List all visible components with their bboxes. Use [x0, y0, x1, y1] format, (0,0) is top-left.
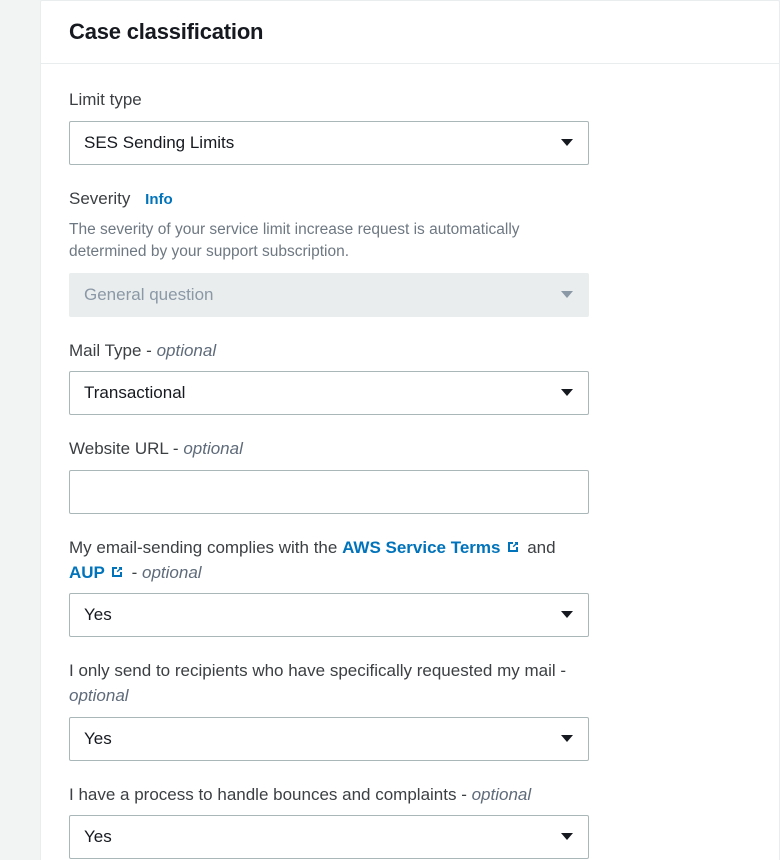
limit-type-value: SES Sending Limits [84, 133, 234, 153]
optional-marker: optional [69, 686, 129, 705]
field-limit-type: Limit type SES Sending Limits [69, 88, 589, 165]
field-mail-type: Mail Type - optional Transactional [69, 339, 589, 416]
limit-type-select[interactable]: SES Sending Limits [69, 121, 589, 165]
field-website-url: Website URL - optional [69, 437, 589, 514]
case-classification-panel: Case classification Limit type SES Sendi… [40, 0, 780, 860]
field-complies: My email-sending complies with the AWS S… [69, 536, 589, 637]
panel-header: Case classification [41, 1, 779, 64]
field-optin: I only send to recipients who have speci… [69, 659, 589, 760]
complies-label-prefix: My email-sending complies with the [69, 538, 342, 557]
mail-type-value: Transactional [84, 383, 185, 403]
chevron-down-icon [560, 832, 574, 842]
page-root: Case classification Limit type SES Sendi… [0, 0, 780, 860]
panel-body: Limit type SES Sending Limits Severity I… [41, 64, 779, 860]
complies-label-suffix: - [127, 563, 142, 582]
optin-label-text: I only send to recipients who have speci… [69, 661, 566, 680]
external-link-icon [109, 564, 125, 580]
website-url-label-text: Website URL - [69, 439, 183, 458]
mail-type-select[interactable]: Transactional [69, 371, 589, 415]
chevron-down-icon [560, 290, 574, 300]
chevron-down-icon [560, 734, 574, 744]
optional-marker: optional [472, 785, 532, 804]
bounces-label-text: I have a process to handle bounces and c… [69, 785, 472, 804]
field-severity: Severity Info The severity of your servi… [69, 187, 589, 317]
aws-service-terms-link[interactable]: AWS Service Terms [342, 538, 500, 557]
optin-value: Yes [84, 729, 112, 749]
optional-marker: optional [157, 341, 217, 360]
complies-value: Yes [84, 605, 112, 625]
field-bounces: I have a process to handle bounces and c… [69, 783, 589, 860]
external-link-icon [505, 539, 521, 555]
bounces-select[interactable]: Yes [69, 815, 589, 859]
mail-type-label-text: Mail Type - [69, 341, 157, 360]
severity-help-text: The severity of your service limit incre… [69, 219, 589, 262]
severity-info-link[interactable]: Info [145, 191, 173, 208]
severity-label: Severity [69, 189, 130, 208]
complies-label: My email-sending complies with the AWS S… [69, 536, 589, 585]
optin-select[interactable]: Yes [69, 717, 589, 761]
website-url-input[interactable] [69, 470, 589, 514]
chevron-down-icon [560, 388, 574, 398]
optin-label: I only send to recipients who have speci… [69, 659, 589, 708]
limit-type-label: Limit type [69, 88, 589, 113]
complies-select[interactable]: Yes [69, 593, 589, 637]
aup-link[interactable]: AUP [69, 563, 105, 582]
chevron-down-icon [560, 138, 574, 148]
severity-label-row: Severity Info [69, 187, 589, 212]
optional-marker: optional [142, 563, 202, 582]
chevron-down-icon [560, 610, 574, 620]
severity-select: General question [69, 273, 589, 317]
bounces-value: Yes [84, 827, 112, 847]
page-title: Case classification [69, 19, 751, 45]
complies-joiner: and [523, 538, 556, 557]
severity-value: General question [84, 285, 213, 305]
optional-marker: optional [183, 439, 243, 458]
mail-type-label: Mail Type - optional [69, 339, 589, 364]
website-url-label: Website URL - optional [69, 437, 589, 462]
bounces-label: I have a process to handle bounces and c… [69, 783, 589, 808]
